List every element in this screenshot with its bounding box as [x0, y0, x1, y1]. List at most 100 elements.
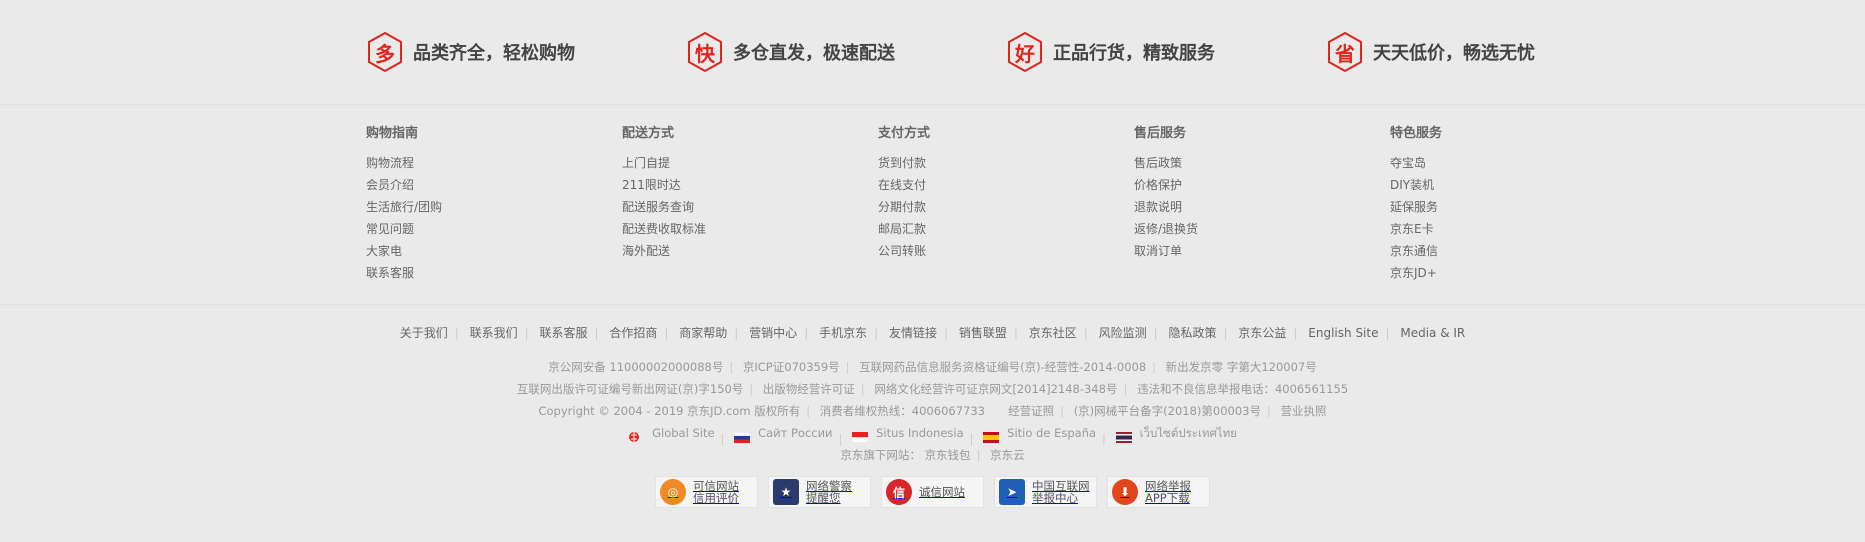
license-link[interactable]: 营业执照 — [1281, 404, 1327, 418]
license-link[interactable]: 网络文化经营许可证京网文[2014]2148-348号 — [874, 382, 1117, 396]
footer-link-friends[interactable]: 友情链接 — [889, 326, 937, 340]
intl-site-indonesia[interactable]: Situs Indonesia — [851, 422, 964, 444]
sub-site-link[interactable]: 京东钱包 — [925, 448, 971, 462]
license-link[interactable]: 互联网出版许可证编号新出网证(京)字150号 — [517, 382, 743, 396]
help-link[interactable]: 会员介绍 — [366, 174, 566, 196]
intl-site-global[interactable]: Global Site — [628, 422, 715, 444]
help-link[interactable]: 夺宝岛 — [1390, 152, 1590, 174]
badge-trusted-site[interactable]: ◎ 可信网站 信用评价 — [655, 476, 758, 508]
credit-site-icon: 信 — [886, 479, 912, 505]
russia-flag-icon — [733, 428, 751, 443]
divider — [0, 104, 1865, 105]
column-payment: 支付方式 货到付款 在线支付 分期付款 邮局汇款 公司转账 — [878, 124, 1078, 262]
help-link[interactable]: DIY装机 — [1390, 174, 1590, 196]
help-link[interactable]: 在线支付 — [878, 174, 1078, 196]
report-phone: 违法和不良信息举报电话：4006561155 — [1136, 382, 1349, 396]
trust-badges: ◎ 可信网站 信用评价 ★ 网络警察 提醒您 信 诚信网站 ➤ 中国互联网 举报中心 … — [0, 476, 1865, 508]
footer-link-business[interactable]: 合作招商 — [609, 326, 657, 340]
help-link[interactable]: 上门自提 — [622, 152, 822, 174]
license-link[interactable]: (京)网械平台备字(2018)第00003号 — [1074, 404, 1261, 418]
footer-link-english[interactable]: English Site — [1308, 326, 1378, 340]
column-delivery: 配送方式 上门自提 211限时达 配送服务查询 配送费收取标准 海外配送 — [622, 124, 822, 262]
slogan-variety: 多 品类齐全，轻松购物 — [366, 30, 575, 74]
copyright-block: 京公网安备 11000002000088号 | 京ICP证070359号 | 互联网… — [0, 356, 1865, 466]
police-icon: ★ — [773, 479, 799, 505]
column-title: 购物指南 — [366, 126, 419, 141]
license-row: 互联网出版许可证编号新出网证(京)字150号 | 出版物经营许可证 | 网络文化经营… — [516, 382, 1349, 396]
footer-nav: 关于我们 | 联系我们 | 联系客服 | 合作招商 | 商家帮助 | 营销中心 | 手机京东… — [399, 326, 1466, 340]
footer-link-media[interactable]: Media & IR — [1400, 326, 1465, 340]
badge-credit-site[interactable]: 信 诚信网站 — [881, 476, 984, 508]
slogan-quality: 好 正品行货，精致服务 — [1006, 30, 1215, 74]
intl-site-thailand[interactable]: เว็บไซต์ประเทศไทย — [1115, 422, 1237, 444]
footer-link-community[interactable]: 京东社区 — [1029, 326, 1077, 340]
footer-link-marketing[interactable]: 营销中心 — [749, 326, 797, 340]
footer-link-privacy[interactable]: 隐私政策 — [1169, 326, 1217, 340]
footer-link-customer-service[interactable]: 联系客服 — [540, 326, 588, 340]
help-link[interactable]: 延保服务 — [1390, 196, 1590, 218]
help-link[interactable]: 价格保护 — [1134, 174, 1334, 196]
help-link[interactable]: 退款说明 — [1134, 196, 1334, 218]
footer-link-risk[interactable]: 风险监测 — [1099, 326, 1147, 340]
help-link[interactable]: 配送费收取标准 — [622, 218, 822, 240]
footer-link-mobile[interactable]: 手机京东 — [819, 326, 867, 340]
license-link[interactable]: 经营证照 — [1008, 404, 1054, 418]
license-link[interactable]: 京ICP证070359号 — [743, 360, 840, 374]
sub-sites-label: 京东旗下网站： — [840, 448, 921, 462]
spain-flag-icon — [983, 428, 1000, 443]
column-title: 支付方式 — [878, 126, 931, 141]
slogan-text: 品类齐全，轻松购物 — [413, 43, 575, 64]
intl-site-russia[interactable]: Сайт России — [733, 422, 833, 444]
intl-site-spain[interactable]: Sitio de España — [983, 422, 1096, 444]
help-link[interactable]: 京东E卡 — [1390, 218, 1590, 240]
license-link[interactable]: 京公网安备 11000002000088号 — [548, 360, 723, 374]
slogan-text: 正品行货，精致服务 — [1053, 43, 1215, 64]
license-link[interactable]: 互联网药品信息服务资格证编号(京)-经营性-2014-0008 — [859, 360, 1146, 374]
column-title: 配送方式 — [622, 126, 675, 141]
slogan-fast: 快 多仓直发，极速配送 — [686, 30, 895, 74]
help-link[interactable]: 分期付款 — [878, 196, 1078, 218]
slogan-bar: 多 品类齐全，轻松购物 快 多仓直发，极速配送 好 正品行货，精致服务 省 天天… — [366, 30, 1546, 74]
slogan-text: 天天低价，畅选无忧 — [1373, 43, 1535, 64]
help-link[interactable]: 海外配送 — [622, 240, 822, 262]
license-link[interactable]: 新出发京零 字第大120007号 — [1166, 360, 1317, 374]
footer-link-contact[interactable]: 联系我们 — [470, 326, 518, 340]
help-link[interactable]: 货到付款 — [878, 152, 1078, 174]
sub-site-link[interactable]: 京东云 — [990, 448, 1025, 462]
thailand-flag-icon — [1115, 428, 1132, 443]
help-link[interactable]: 购物流程 — [366, 152, 566, 174]
report-center-icon: ➤ — [999, 479, 1025, 505]
license-row: 京公网安备 11000002000088号 | 京ICP证070359号 | 互联网… — [548, 360, 1317, 374]
hexagon-badge-icon: 快 — [686, 31, 724, 73]
badge-report-app[interactable]: ⬇ 网络举报 APP下载 — [1107, 476, 1210, 508]
divider — [0, 304, 1865, 305]
help-link[interactable]: 常见问题 — [366, 218, 566, 240]
help-link[interactable]: 配送服务查询 — [622, 196, 822, 218]
indonesia-flag-icon — [851, 428, 869, 443]
copyright-row: Copyright © 2004 - 2019 京东JD.com 版权所有 | 消… — [538, 404, 1327, 418]
help-link[interactable]: 生活旅行/团购 — [366, 196, 566, 218]
footer-link-charity[interactable]: 京东公益 — [1238, 326, 1286, 340]
footer-link-merchant-help[interactable]: 商家帮助 — [679, 326, 727, 340]
footer-link-about[interactable]: 关于我们 — [400, 326, 448, 340]
help-link[interactable]: 大家电 — [366, 240, 566, 262]
help-link[interactable]: 京东通信 — [1390, 240, 1590, 262]
report-app-icon: ⬇ — [1112, 479, 1138, 505]
column-after-sales: 售后服务 售后政策 价格保护 退款说明 返修/退换货 取消订单 — [1134, 124, 1334, 262]
help-link[interactable]: 返修/退换货 — [1134, 218, 1334, 240]
globe-icon — [628, 428, 644, 442]
help-link[interactable]: 公司转账 — [878, 240, 1078, 262]
footer-link-affiliate[interactable]: 销售联盟 — [959, 326, 1007, 340]
hexagon-badge-icon: 多 — [366, 31, 404, 73]
help-link[interactable]: 邮局汇款 — [878, 218, 1078, 240]
help-link[interactable]: 售后政策 — [1134, 152, 1334, 174]
help-link[interactable]: 京东JD+ — [1390, 262, 1590, 284]
badge-report-center[interactable]: ➤ 中国互联网 举报中心 — [994, 476, 1097, 508]
license-link[interactable]: 出版物经营许可证 — [763, 382, 855, 396]
help-link[interactable]: 联系客服 — [366, 262, 566, 284]
copyright-text: Copyright © 2004 - 2019 京东JD.com 版权所有 — [538, 404, 801, 418]
column-special-services: 特色服务 夺宝岛 DIY装机 延保服务 京东E卡 京东通信 京东JD+ — [1390, 124, 1590, 284]
help-link[interactable]: 211限时达 — [622, 174, 822, 196]
badge-police[interactable]: ★ 网络警察 提醒您 — [768, 476, 871, 508]
help-link[interactable]: 取消订单 — [1134, 240, 1334, 262]
